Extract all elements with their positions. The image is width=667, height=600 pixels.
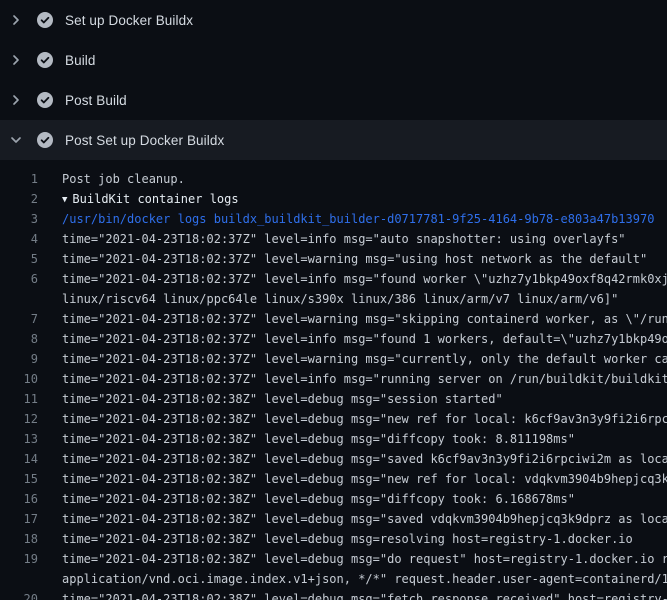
log-line-text: time="2021-04-23T18:02:37Z" level=warnin… bbox=[38, 349, 667, 369]
chevron-right-icon bbox=[8, 12, 24, 28]
group-caret-icon: ▼ bbox=[62, 190, 67, 210]
log-row: 7 time="2021-04-23T18:02:37Z" level=warn… bbox=[0, 309, 667, 329]
log-line-text: time="2021-04-23T18:02:37Z" level=warnin… bbox=[38, 249, 647, 269]
log-line-text: time="2021-04-23T18:02:38Z" level=debug … bbox=[38, 529, 633, 549]
check-circle-icon bbox=[37, 132, 53, 148]
chevron-down-icon bbox=[8, 132, 24, 148]
actions-log-viewer: Set up Docker Buildx Build P bbox=[0, 0, 667, 600]
step-label: Build bbox=[65, 53, 96, 68]
log-line-text: time="2021-04-23T18:02:38Z" level=debug … bbox=[38, 389, 503, 409]
check-circle-icon bbox=[37, 52, 53, 68]
log-line-text: time="2021-04-23T18:02:38Z" level=debug … bbox=[38, 489, 575, 509]
log-row: 17 time="2021-04-23T18:02:38Z" level=deb… bbox=[0, 509, 667, 529]
log-line-number[interactable]: 17 bbox=[0, 509, 38, 529]
step-label: Post Build bbox=[65, 93, 127, 108]
log-row: 20 time="2021-04-23T18:02:38Z" level=deb… bbox=[0, 589, 667, 600]
step-label: Post Set up Docker Buildx bbox=[65, 133, 224, 148]
log-output: 1 Post job cleanup. 2 ▼BuildKit containe… bbox=[0, 160, 667, 600]
log-line-text: time="2021-04-23T18:02:38Z" level=debug … bbox=[38, 449, 667, 469]
log-line-number[interactable] bbox=[0, 289, 38, 309]
log-line-number[interactable]: 12 bbox=[0, 409, 38, 429]
log-row: 11 time="2021-04-23T18:02:38Z" level=deb… bbox=[0, 389, 667, 409]
log-line-number[interactable]: 10 bbox=[0, 369, 38, 389]
log-row: 15 time="2021-04-23T18:02:38Z" level=deb… bbox=[0, 469, 667, 489]
log-line-text: time="2021-04-23T18:02:38Z" level=debug … bbox=[38, 589, 667, 600]
log-line-number[interactable]: 5 bbox=[0, 249, 38, 269]
log-line-text: Post job cleanup. bbox=[38, 169, 185, 189]
log-row: 16 time="2021-04-23T18:02:38Z" level=deb… bbox=[0, 489, 667, 509]
log-row: linux/riscv64 linux/ppc64le linux/s390x … bbox=[0, 289, 667, 309]
log-row: 5 time="2021-04-23T18:02:37Z" level=warn… bbox=[0, 249, 667, 269]
log-line-number[interactable]: 20 bbox=[0, 589, 38, 600]
log-line-number[interactable]: 14 bbox=[0, 449, 38, 469]
log-row: 1 Post job cleanup. bbox=[0, 169, 667, 189]
log-line-text: linux/riscv64 linux/ppc64le linux/s390x … bbox=[38, 289, 618, 309]
log-line-number[interactable]: 18 bbox=[0, 529, 38, 549]
step-row[interactable]: Post Set up Docker Buildx bbox=[0, 120, 667, 160]
log-line-text: ▼BuildKit container logs bbox=[38, 189, 239, 209]
step-row[interactable]: Set up Docker Buildx bbox=[0, 0, 667, 40]
log-row: 3 /usr/bin/docker logs buildx_buildkit_b… bbox=[0, 209, 667, 229]
log-row: 6 time="2021-04-23T18:02:37Z" level=info… bbox=[0, 269, 667, 289]
log-line-number[interactable]: 13 bbox=[0, 429, 38, 449]
log-line-text: time="2021-04-23T18:02:38Z" level=debug … bbox=[38, 509, 667, 529]
log-line-text: /usr/bin/docker logs buildx_buildkit_bui… bbox=[38, 209, 654, 229]
log-line-text: time="2021-04-23T18:02:37Z" level=warnin… bbox=[38, 309, 667, 329]
log-line-number[interactable]: 4 bbox=[0, 229, 38, 249]
log-row: 9 time="2021-04-23T18:02:37Z" level=warn… bbox=[0, 349, 667, 369]
log-line-text: time="2021-04-23T18:02:37Z" level=info m… bbox=[38, 229, 626, 249]
log-row: application/vnd.oci.image.index.v1+json,… bbox=[0, 569, 667, 589]
log-line-number[interactable]: 15 bbox=[0, 469, 38, 489]
log-line-number[interactable]: 2 bbox=[0, 189, 38, 209]
log-line-number[interactable]: 3 bbox=[0, 209, 38, 229]
log-line-text: time="2021-04-23T18:02:38Z" level=debug … bbox=[38, 469, 667, 489]
steps-list: Set up Docker Buildx Build P bbox=[0, 0, 667, 160]
check-circle-icon bbox=[37, 92, 53, 108]
step-label: Set up Docker Buildx bbox=[65, 13, 193, 28]
log-line-number[interactable]: 9 bbox=[0, 349, 38, 369]
log-line-text: time="2021-04-23T18:02:38Z" level=debug … bbox=[38, 429, 575, 449]
log-row: 4 time="2021-04-23T18:02:37Z" level=info… bbox=[0, 229, 667, 249]
log-row: 18 time="2021-04-23T18:02:38Z" level=deb… bbox=[0, 529, 667, 549]
log-row: 10 time="2021-04-23T18:02:37Z" level=inf… bbox=[0, 369, 667, 389]
log-row: 12 time="2021-04-23T18:02:38Z" level=deb… bbox=[0, 409, 667, 429]
log-line-number[interactable]: 8 bbox=[0, 329, 38, 349]
log-row: 19 time="2021-04-23T18:02:38Z" level=deb… bbox=[0, 549, 667, 569]
chevron-right-icon bbox=[8, 52, 24, 68]
log-line-number[interactable]: 19 bbox=[0, 549, 38, 569]
log-line-number[interactable]: 11 bbox=[0, 389, 38, 409]
step-row[interactable]: Build bbox=[0, 40, 667, 80]
log-line-number[interactable]: 1 bbox=[0, 169, 38, 189]
log-line-number[interactable]: 16 bbox=[0, 489, 38, 509]
log-line-number[interactable]: 6 bbox=[0, 269, 38, 289]
log-line-text: application/vnd.oci.image.index.v1+json,… bbox=[38, 569, 667, 589]
log-line-text: time="2021-04-23T18:02:37Z" level=info m… bbox=[38, 269, 667, 289]
log-group-toggle[interactable]: 2 ▼BuildKit container logs bbox=[0, 189, 667, 209]
log-line-number[interactable] bbox=[0, 569, 38, 589]
log-row: 14 time="2021-04-23T18:02:38Z" level=deb… bbox=[0, 449, 667, 469]
log-line-number[interactable]: 7 bbox=[0, 309, 38, 329]
chevron-right-icon bbox=[8, 92, 24, 108]
log-line-text: time="2021-04-23T18:02:37Z" level=info m… bbox=[38, 369, 667, 389]
log-row: 13 time="2021-04-23T18:02:38Z" level=deb… bbox=[0, 429, 667, 449]
log-row: 8 time="2021-04-23T18:02:37Z" level=info… bbox=[0, 329, 667, 349]
log-line-text: time="2021-04-23T18:02:38Z" level=debug … bbox=[38, 409, 667, 429]
log-line-text: time="2021-04-23T18:02:37Z" level=info m… bbox=[38, 329, 667, 349]
step-row[interactable]: Post Build bbox=[0, 80, 667, 120]
check-circle-icon bbox=[37, 12, 53, 28]
log-line-text: time="2021-04-23T18:02:38Z" level=debug … bbox=[38, 549, 667, 569]
